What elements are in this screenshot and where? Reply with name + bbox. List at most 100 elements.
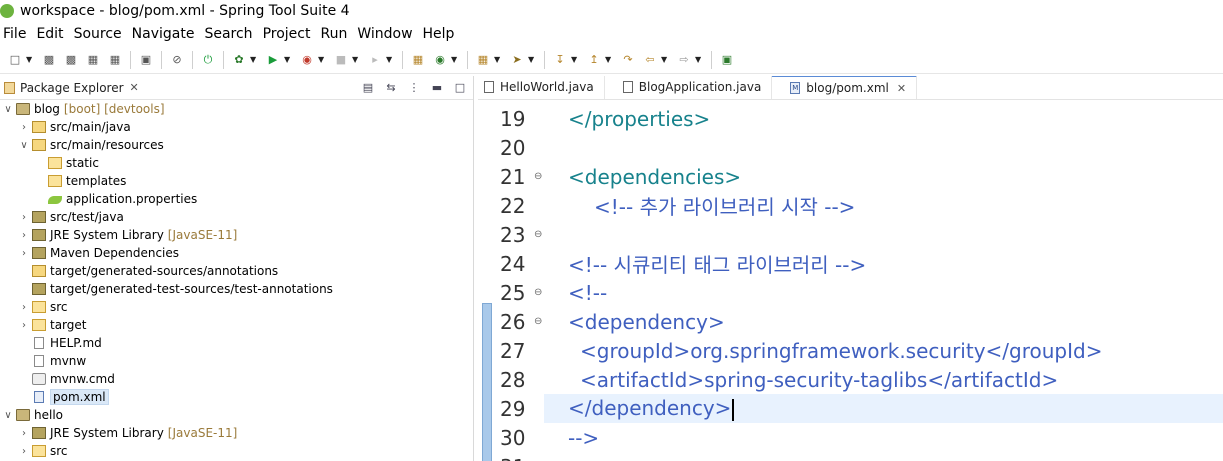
pin-editor-icon[interactable]: ▣ (719, 52, 735, 68)
tab-package-explorer[interactable]: Package Explorer ✕ (0, 76, 139, 100)
maximize-icon[interactable]: □ (453, 80, 467, 94)
open-task-icon[interactable]: ▦ (475, 52, 491, 68)
relaunch-icon[interactable]: ▸ (367, 52, 383, 68)
tree-item-hello[interactable]: ∨ hello (0, 406, 473, 424)
tree-item-hello-jre-library[interactable]: › JRE System Library [JavaSE-11] (0, 424, 473, 442)
chevron-right-icon[interactable]: › (18, 212, 30, 223)
back-icon[interactable]: ⇦ (642, 52, 658, 68)
new-class-dropdown-icon[interactable]: ▼ (451, 55, 459, 64)
chevron-down-icon[interactable]: ∨ (2, 104, 14, 115)
open-type-icon[interactable]: ▦ (85, 52, 101, 68)
tree-item-mvnw-cmd[interactable]: mvnw.cmd (0, 370, 473, 388)
chevron-right-icon[interactable]: › (18, 446, 30, 457)
menu-edit[interactable]: Edit (36, 26, 68, 42)
last-edit-location-icon[interactable]: ↷ (620, 52, 636, 68)
menu-navigate[interactable]: Navigate (132, 26, 200, 42)
open-task-dropdown-icon[interactable]: ▼ (494, 55, 502, 64)
previous-annotation-dropdown-icon[interactable]: ▼ (605, 55, 613, 64)
fold-collapse-icon[interactable]: ⊖ (534, 229, 542, 240)
new-dropdown-icon[interactable]: ▼ (26, 55, 34, 64)
run-dropdown-icon[interactable]: ▼ (284, 55, 292, 64)
chevron-right-icon[interactable]: › (18, 320, 30, 331)
search-tool-icon[interactable]: ➤ (509, 52, 525, 68)
code-line: 21 ⊖ <dependencies> (478, 162, 1223, 191)
chevron-right-icon[interactable]: › (18, 122, 30, 133)
library-decoration: [JavaSE-11] (167, 228, 238, 242)
tree-item-hello-src[interactable]: › src (0, 442, 473, 460)
external-tools-icon[interactable]: ◉ (299, 52, 315, 68)
open-resource-icon[interactable]: ▦ (107, 52, 123, 68)
collapse-all-icon[interactable]: ▤ (361, 80, 375, 94)
chevron-right-icon[interactable]: › (18, 230, 30, 241)
menu-project[interactable]: Project (263, 26, 316, 42)
tree-item-blog[interactable]: ∨ blog [boot] [devtools] (0, 100, 473, 118)
tree-item-label: HELP.md (50, 336, 102, 350)
relaunch-dropdown-icon[interactable]: ▼ (386, 55, 394, 64)
menu-source[interactable]: Source (74, 26, 127, 42)
new-java-project-icon[interactable]: ▦ (410, 52, 426, 68)
line-number: 29 (500, 396, 526, 421)
new-icon[interactable]: □ (7, 52, 23, 68)
tree-item-static[interactable]: static (0, 154, 473, 172)
tree-item-mvnw[interactable]: mvnw (0, 352, 473, 370)
menu-search[interactable]: Search (204, 26, 257, 42)
link-with-editor-icon[interactable]: ⇆ (384, 80, 398, 94)
minimize-icon[interactable]: ▬ (430, 80, 444, 94)
new-class-icon[interactable]: ◉ (432, 52, 448, 68)
code-line: 28 <artifactId>spring-security-taglibs</… (478, 365, 1223, 394)
tree-item-generated-sources[interactable]: target/generated-sources/annotations (0, 262, 473, 280)
chevron-right-icon[interactable]: › (18, 248, 30, 259)
tree-item-src[interactable]: › src (0, 298, 473, 316)
code-editor[interactable]: 19 </properties> 20 21 ⊖ <dependencies> … (478, 102, 1223, 461)
external-tools-dropdown-icon[interactable]: ▼ (318, 55, 326, 64)
boot-dashboard-icon[interactable]: ⏻ (200, 52, 216, 68)
console-icon[interactable]: ▣ (138, 52, 154, 68)
next-annotation-dropdown-icon[interactable]: ▼ (571, 55, 579, 64)
stop-icon[interactable]: ■ (333, 52, 349, 68)
previous-annotation-icon[interactable]: ↥ (586, 52, 602, 68)
next-annotation-icon[interactable]: ↧ (552, 52, 568, 68)
tree-item-generated-test-sources[interactable]: target/generated-test-sources/test-annot… (0, 280, 473, 298)
spring-leaf-icon (0, 4, 14, 18)
stop-dropdown-icon[interactable]: ▼ (352, 55, 360, 64)
forward-icon[interactable]: ⇨ (676, 52, 692, 68)
debug-icon[interactable]: ✿ (231, 52, 247, 68)
run-icon[interactable]: ▶ (265, 52, 281, 68)
chevron-right-icon[interactable]: › (18, 302, 30, 313)
tree-item-src-test-java[interactable]: › src/test/java (0, 208, 473, 226)
fold-collapse-icon[interactable]: ⊖ (534, 171, 542, 182)
debug-dropdown-icon[interactable]: ▼ (250, 55, 258, 64)
save-all-icon[interactable]: ▩ (63, 52, 79, 68)
fold-collapse-icon[interactable]: ⊖ (534, 287, 542, 298)
tree-item-templates[interactable]: templates (0, 172, 473, 190)
tree-item-jre-library[interactable]: › JRE System Library [JavaSE-11] (0, 226, 473, 244)
chevron-down-icon[interactable]: ∨ (18, 140, 30, 151)
menu-file[interactable]: File (3, 26, 31, 42)
tab-blogapplication-java[interactable]: BlogApplication.java (605, 76, 773, 99)
forward-dropdown-icon[interactable]: ▼ (695, 55, 703, 64)
project-icon (16, 103, 30, 115)
back-dropdown-icon[interactable]: ▼ (661, 55, 669, 64)
close-icon[interactable]: ✕ (130, 81, 139, 94)
save-icon[interactable]: ▩ (41, 52, 57, 68)
menu-run[interactable]: Run (320, 26, 352, 42)
tree-item-help-md[interactable]: HELP.md (0, 334, 473, 352)
chevron-right-icon[interactable]: › (18, 428, 30, 439)
view-menu-icon[interactable]: ⋮ (407, 80, 421, 94)
skip-breakpoints-icon[interactable]: ⊘ (169, 52, 185, 68)
menu-help[interactable]: Help (423, 26, 460, 42)
chevron-down-icon[interactable]: ∨ (2, 410, 14, 421)
tree-item-target[interactable]: › target (0, 316, 473, 334)
close-icon[interactable]: ✕ (897, 82, 906, 95)
project-icon (16, 409, 30, 421)
tree-item-maven-dependencies[interactable]: › Maven Dependencies (0, 244, 473, 262)
menu-window[interactable]: Window (357, 26, 417, 42)
search-tool-dropdown-icon[interactable]: ▼ (528, 55, 536, 64)
tree-item-pom-xml[interactable]: pom.xml (0, 388, 473, 406)
tab-blog-pom-xml[interactable]: M blog/pom.xml ✕ (772, 76, 918, 99)
tree-item-src-main-resources[interactable]: ∨ src/main/resources (0, 136, 473, 154)
tab-helloworld-java[interactable]: HelloWorld.java (478, 76, 605, 99)
fold-collapse-icon[interactable]: ⊖ (534, 316, 542, 327)
tree-item-src-main-java[interactable]: › src/main/java (0, 118, 473, 136)
tree-item-application-properties[interactable]: application.properties (0, 190, 473, 208)
